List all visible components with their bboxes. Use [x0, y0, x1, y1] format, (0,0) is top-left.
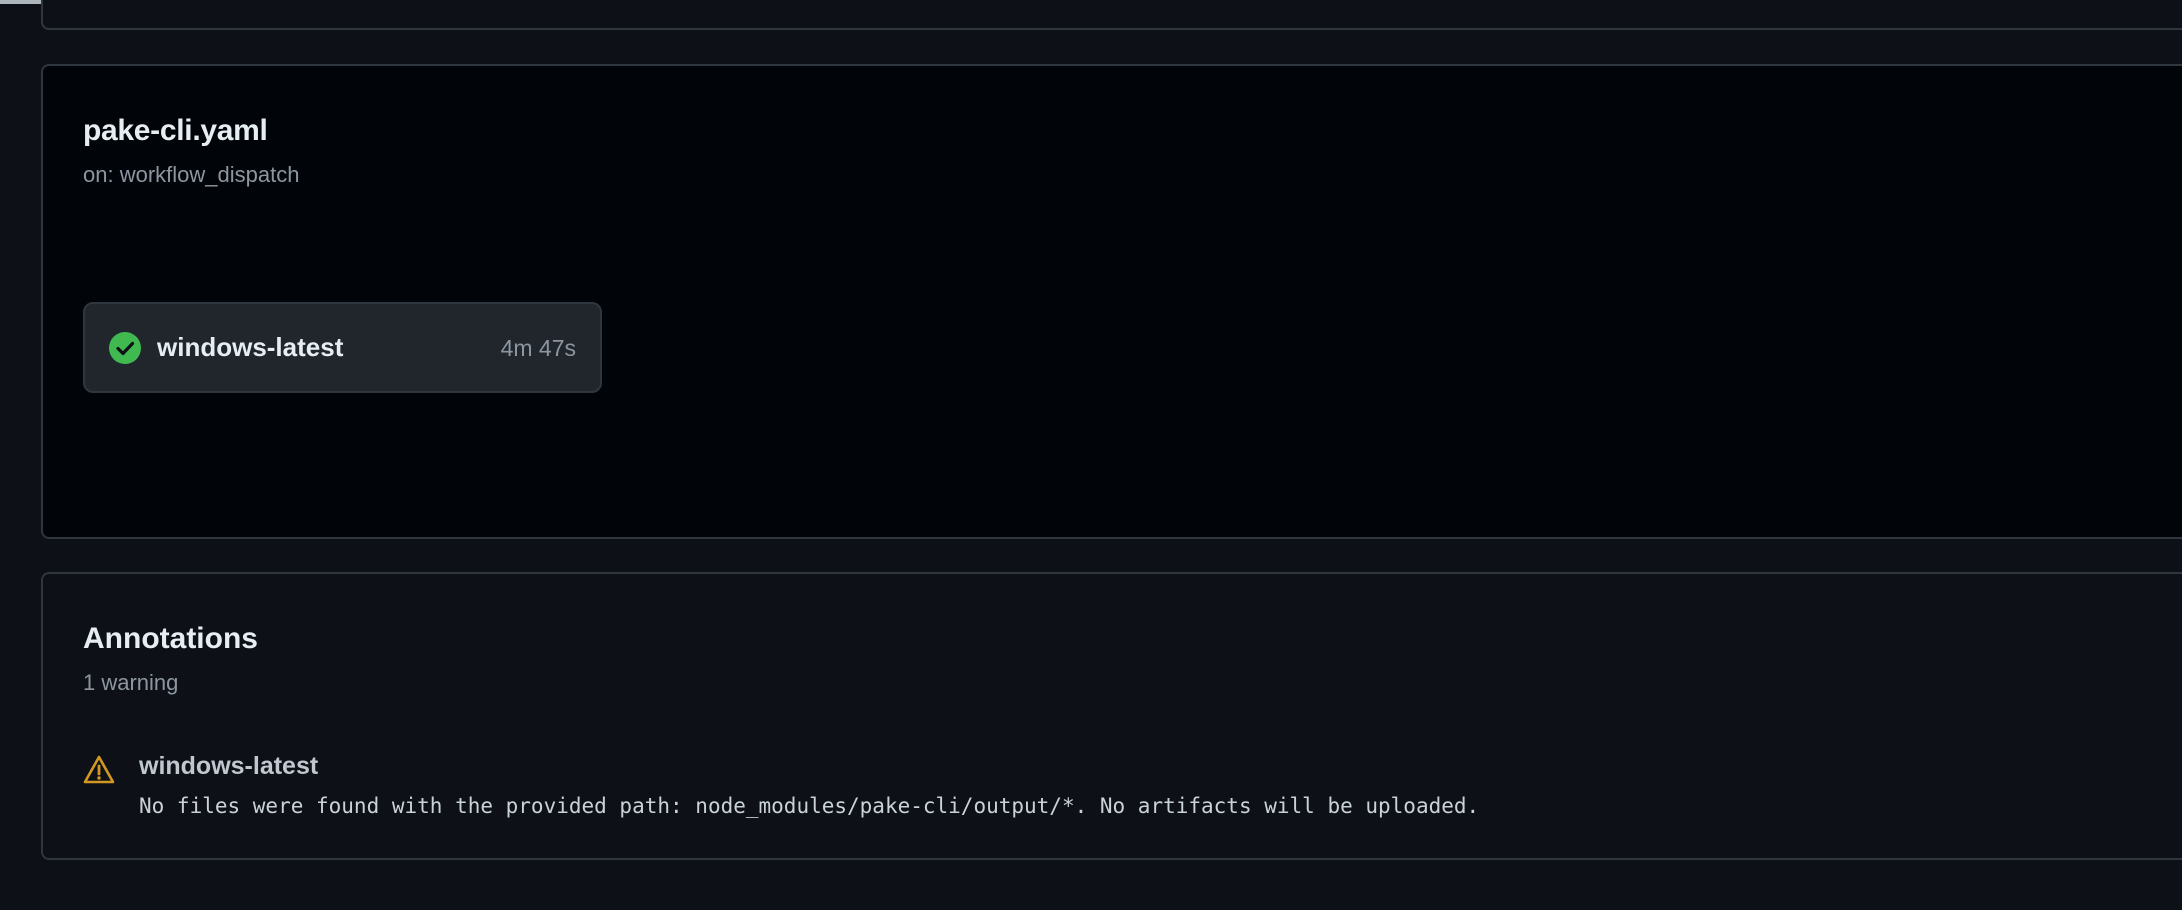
annotation-item: windows-latest No files were found with …	[83, 750, 1683, 830]
workflow-graph-panel: pake-cli.yaml on: workflow_dispatch wind…	[41, 64, 2182, 539]
annotations-count: 1 warning	[83, 670, 179, 695]
workflow-file-name: pake-cli.yaml	[83, 114, 268, 147]
job-duration: 4m 47s	[500, 335, 576, 361]
job-card-windows-latest[interactable]: windows-latest 4m 47s	[83, 302, 602, 393]
workflow-run-page: pake-cli.yaml on: workflow_dispatch wind…	[0, 0, 2182, 910]
previous-section-panel	[41, 0, 2182, 30]
annotation-job-link[interactable]: windows-latest	[139, 752, 318, 781]
workflow-trigger: on: workflow_dispatch	[83, 162, 300, 187]
annotation-message: No files were found with the provided pa…	[139, 794, 1480, 818]
check-circle-icon	[109, 332, 141, 364]
annotations-title: Annotations	[83, 622, 258, 655]
annotations-panel: Annotations 1 warning windows-latest No …	[41, 572, 2182, 860]
alert-triangle-icon	[83, 755, 115, 784]
job-name: windows-latest	[157, 332, 344, 362]
